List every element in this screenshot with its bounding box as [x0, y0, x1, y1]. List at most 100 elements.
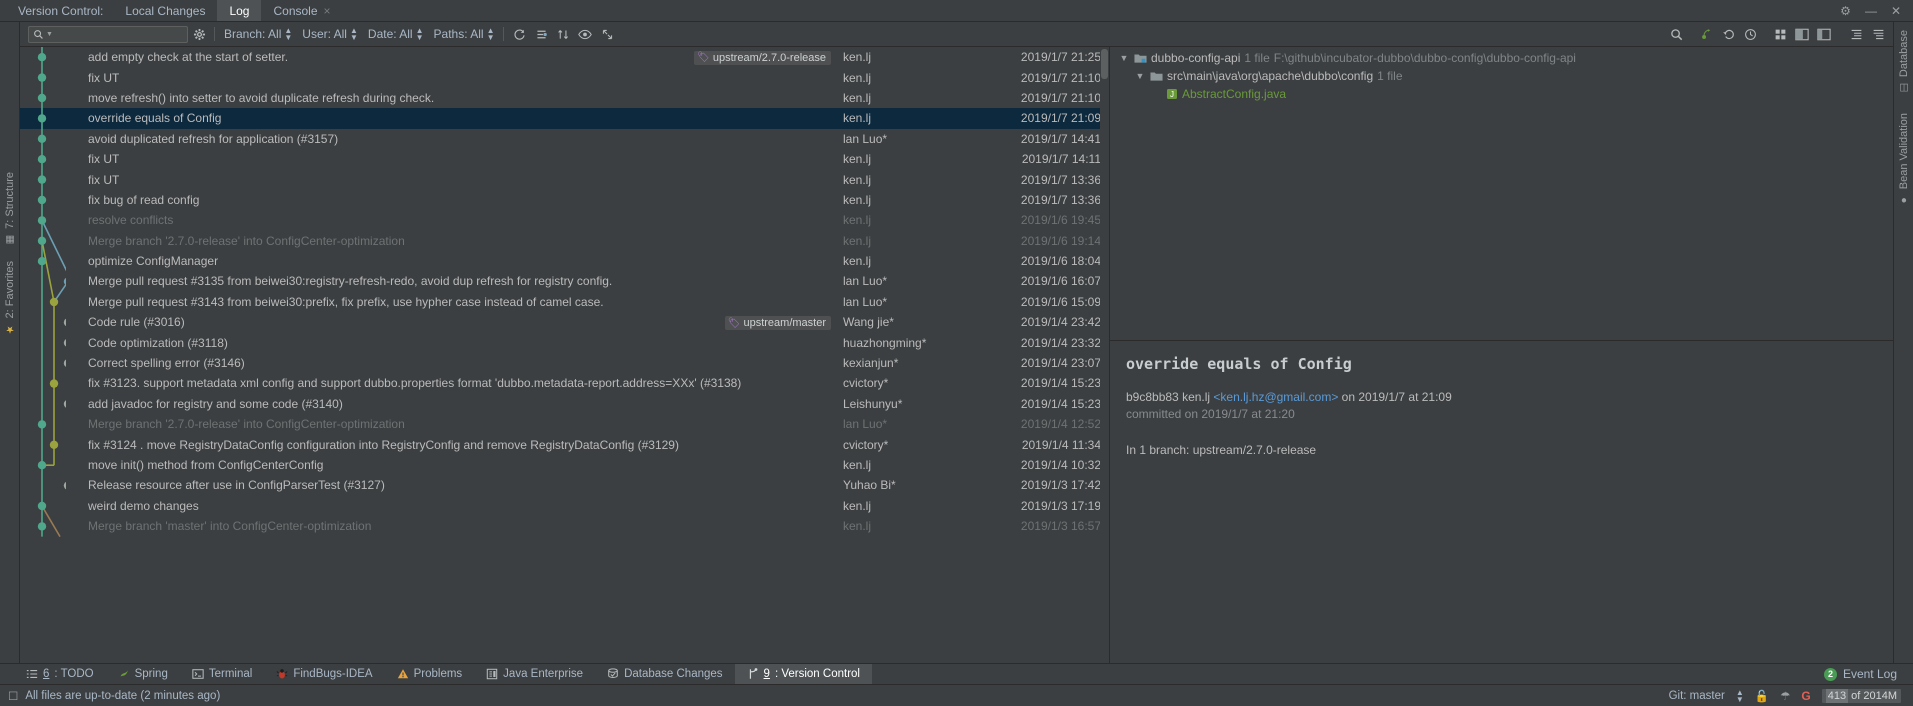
tab-console[interactable]: Console × [261, 0, 342, 21]
hector-icon[interactable]: ☂ [1780, 689, 1790, 703]
table-row[interactable]: fix UT ken.lj 2019/1/7 21:10 [20, 67, 1109, 87]
table-row[interactable]: add empty check at the start of setter. 🏷… [20, 47, 1109, 67]
history-icon[interactable] [1739, 23, 1761, 45]
google-icon[interactable]: G [1801, 689, 1810, 703]
table-row[interactable]: Release resource after use in ConfigPars… [20, 475, 1109, 495]
table-row[interactable]: avoid duplicated refresh for application… [20, 129, 1109, 149]
detail-committed-line: committed on 2019/1/7 at 21:20 [1126, 407, 1295, 421]
list-item[interactable]: ▼ src\main\java\org\apache\dubbo\config 1 … [1110, 67, 1893, 85]
collapse-all-icon[interactable] [1867, 23, 1889, 45]
table-row[interactable]: fix bug of read config ken.lj 2019/1/7 13:… [20, 190, 1109, 210]
table-row[interactable]: fix #3123. support metadata xml config a… [20, 373, 1109, 393]
tab-close-icon[interactable]: × [324, 4, 331, 18]
sidebar-item-database[interactable]: ◫ Database [1898, 30, 1910, 93]
commit-date: 2019/1/3 16:57 [1020, 519, 1101, 534]
table-row[interactable]: add javadoc for registry and some code (… [20, 394, 1109, 414]
tab-local-changes[interactable]: Local Changes [113, 0, 217, 21]
main-body: ▦ 7: Structure ★ 2: Favorites ▼ Branch: … [0, 22, 1913, 663]
event-log-area[interactable]: 2 Event Log [1823, 667, 1913, 681]
chevron-down-icon[interactable]: ▼ [1118, 53, 1130, 63]
sidebar-item-structure[interactable]: ▦ 7: Structure [4, 172, 16, 245]
table-row[interactable]: Correct spelling error (#3146) kexianjun*… [20, 353, 1109, 373]
status-badge[interactable]: 🏷 upstream/master [724, 316, 831, 331]
commit-graph-cell [20, 312, 66, 332]
commit-table[interactable]: add empty check at the start of setter. 🏷… [20, 47, 1109, 663]
group-by-icon[interactable] [1769, 23, 1791, 45]
branch-filter[interactable]: Branch: All ▲ ▼ [219, 27, 297, 42]
table-row[interactable]: move init() method from ConfigCenterConf… [20, 455, 1109, 475]
commit-list-scrollbar[interactable] [1100, 47, 1109, 663]
memory-indicator[interactable]: 413 of 2014M [1821, 688, 1901, 703]
table-row[interactable]: Merge pull request #3135 from beiwei30:r… [20, 271, 1109, 291]
table-row[interactable]: optimize ConfigManager ken.lj 2019/1/6 18:… [20, 251, 1109, 271]
table-row[interactable]: Merge branch '2.7.0-release' into Config… [20, 231, 1109, 251]
tw-problems[interactable]: Problems [385, 664, 475, 685]
table-row[interactable]: fix #3124 . move RegistryDataConfig conf… [20, 434, 1109, 454]
table-row[interactable]: weird demo changes ken.lj 2019/1/3 17:19 [20, 496, 1109, 516]
tw-java-enterprise[interactable]: Java Enterprise [474, 664, 595, 685]
open-in-editor-icon[interactable] [596, 23, 618, 45]
minimize-icon[interactable]: — [1865, 5, 1877, 17]
filter-arrows-icon[interactable]: ▲ ▼ [284, 27, 292, 42]
chevron-down-icon[interactable]: ▼ [1134, 71, 1146, 81]
left-tool-strip: ▦ 7: Structure ★ 2: Favorites [0, 22, 20, 663]
sort-icon[interactable] [552, 23, 574, 45]
tw-spring[interactable]: Spring [106, 664, 180, 685]
filter-arrows-icon[interactable]: ▲ ▼ [350, 27, 358, 42]
git-branch-arrows-icon[interactable]: ▲ ▼ [1736, 688, 1744, 703]
tw-findbugs[interactable]: FindBugs-IDEA [264, 664, 384, 685]
user-filter[interactable]: User: All ▲ ▼ [297, 27, 363, 42]
expand-all-icon[interactable] [1845, 23, 1867, 45]
sidebar-item-bean-validation[interactable]: ● Bean Validation [1898, 113, 1910, 205]
detail-email[interactable]: <ken.lj.hz@gmail.com> [1213, 390, 1338, 404]
status-badge[interactable]: 🏷 upstream/2.7.0-release [694, 50, 831, 65]
table-row[interactable]: Code optimization (#3118) huazhongming* 20… [20, 332, 1109, 352]
preview-right-icon[interactable] [1791, 23, 1813, 45]
tab-log[interactable]: Log [217, 0, 262, 21]
commit-author: ken.lj [843, 458, 872, 472]
revert-icon[interactable] [1717, 23, 1739, 45]
tag-icon: 🏷 [727, 317, 741, 329]
table-row[interactable]: fix UT ken.lj 2019/1/7 13:36 [20, 169, 1109, 189]
git-branch-widget[interactable]: Git: master [1669, 690, 1725, 702]
table-row[interactable]: Merge branch '2.7.0-release' into Config… [20, 414, 1109, 434]
event-log-label[interactable]: Event Log [1843, 667, 1897, 681]
tw-terminal[interactable]: Terminal [180, 664, 264, 685]
table-row[interactable]: override equals of Config ken.lj 2019/1/7 … [20, 108, 1109, 129]
table-row[interactable]: resolve conflicts ken.lj 2019/1/6 19:45 [20, 210, 1109, 230]
scrollbar-thumb[interactable] [1101, 49, 1108, 79]
detail-author-line: b9c8bb83 ken.lj <ken.lj.hz@gmail.com> on… [1126, 389, 1877, 406]
table-row[interactable]: fix UT ken.lj 2019/1/7 14:11 [20, 149, 1109, 169]
preview-bottom-icon[interactable] [1813, 23, 1835, 45]
tw-version-control[interactable]: 9: Version Control [734, 663, 872, 685]
tw-database-changes[interactable]: Database Changes [595, 664, 734, 685]
list-item[interactable]: ▼ dubbo-config-api 1 file F:\github\incubat… [1110, 49, 1893, 67]
changed-files-tree[interactable]: ▼ dubbo-config-api 1 file F:\github\incubat… [1110, 47, 1893, 340]
table-row[interactable]: Merge pull request #3143 from beiwei30:p… [20, 292, 1109, 312]
commit-author: Wang jie* [843, 315, 894, 330]
search-dropdown-icon[interactable]: ▼ [46, 31, 53, 38]
sidebar-item-favorites[interactable]: ★ 2: Favorites [4, 261, 16, 334]
filter-settings-gear-icon[interactable] [188, 23, 210, 45]
filter-arrows-icon[interactable]: ▲ ▼ [487, 27, 495, 42]
table-row[interactable]: Merge branch 'master' into ConfigCenter-… [20, 516, 1109, 536]
table-row[interactable]: move refresh() into setter to avoid dupl… [20, 88, 1109, 108]
commit-graph-cell [20, 231, 66, 251]
settings-icon[interactable]: ⚙ [1840, 5, 1851, 17]
commit-date: 2019/1/4 12:52 [1020, 417, 1101, 432]
close-icon[interactable]: ✕ [1891, 5, 1901, 17]
refresh-icon[interactable] [508, 23, 530, 45]
commit-graph-cell [20, 332, 66, 352]
paths-filter[interactable]: Paths: All ▲ ▼ [429, 27, 500, 42]
list-item[interactable]: J AbstractConfig.java [1110, 85, 1893, 103]
tw-todo[interactable]: 6: TODO [14, 664, 106, 685]
cherry-pick-icon[interactable] [1695, 23, 1717, 45]
collapse-icon[interactable] [530, 23, 552, 45]
date-filter[interactable]: Date: All ▲ ▼ [363, 27, 429, 42]
lock-open-icon[interactable]: 🔓 [1755, 689, 1769, 703]
search-in-log-icon[interactable] [1665, 23, 1687, 45]
search-input[interactable]: ▼ [28, 25, 188, 43]
filter-arrows-icon[interactable]: ▲ ▼ [416, 27, 424, 42]
table-row[interactable]: Code rule (#3016) 🏷 upstream/master Wang ji… [20, 312, 1109, 332]
show-details-eye-icon[interactable] [574, 23, 596, 45]
